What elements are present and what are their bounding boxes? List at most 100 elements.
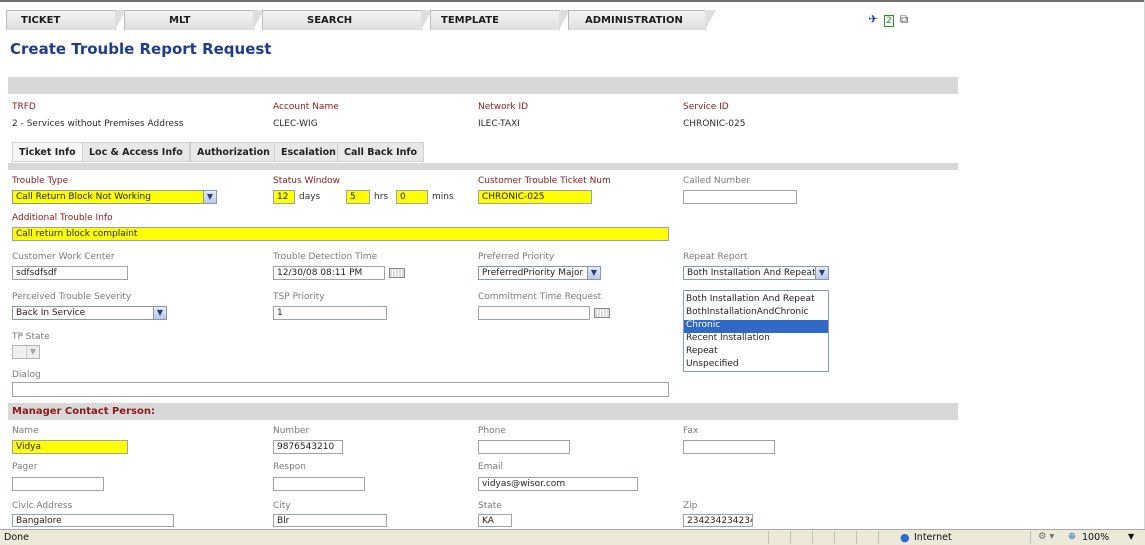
additional-info-input[interactable]: Call return block complaint xyxy=(12,227,669,241)
status-hrs-input[interactable]: 5 xyxy=(346,190,370,204)
name-input[interactable]: Vidya xyxy=(12,440,128,454)
status-divider xyxy=(856,531,857,544)
nav-tab-administration[interactable]: ADMINISTRATION xyxy=(568,10,716,30)
pager-input[interactable] xyxy=(12,477,104,491)
nav-icon-group: ✈ 2 ⧉ xyxy=(868,12,914,27)
tab-loc-access-info[interactable]: Loc & Access Info xyxy=(82,142,190,162)
civic-address-label: Civic Address xyxy=(12,501,73,511)
chevron-down-icon: ▼ xyxy=(815,267,828,279)
chevron-down-icon[interactable]: ▼ xyxy=(1128,532,1134,541)
chevron-down-icon: ▼ xyxy=(153,307,166,319)
browser-status-bar: Done ● Internet ⚙ ▾ ⊕ 100% ▼ xyxy=(0,529,1145,545)
customer-work-center-label: Customer Work Center xyxy=(12,252,115,262)
repeat-option[interactable]: Recent Installation xyxy=(684,333,828,346)
repeat-option[interactable]: BothInstallationAndChronic xyxy=(684,307,828,320)
calendar-icon[interactable] xyxy=(389,268,405,278)
tab-label: Loc & Access Info xyxy=(89,147,183,158)
phone-label: Phone xyxy=(478,426,506,436)
severity-label: Perceived Trouble Severity xyxy=(12,292,132,302)
nav-tab-label: SEARCH xyxy=(307,15,353,26)
tab-authorization[interactable]: Authorization xyxy=(190,142,277,162)
nav-tab-template[interactable]: TEMPLATE xyxy=(430,10,570,30)
repeat-report-label: Repeat Report xyxy=(683,252,748,262)
trfd-value: 2 - Services without Premises Address xyxy=(12,119,184,129)
protected-mode-icon[interactable]: ⚙ ▾ xyxy=(1038,531,1054,542)
account-name-label: Account Name xyxy=(273,102,339,112)
severity-value: Back In Service xyxy=(16,308,86,318)
zip-input[interactable]: 2342342342341 xyxy=(683,514,753,527)
repeat-report-value: Both Installation And Repeat xyxy=(687,268,816,278)
tab-label: Call Back Info xyxy=(344,147,418,158)
email-input[interactable]: vidyas@wisor.com xyxy=(478,477,638,491)
repeat-option-highlighted[interactable]: Chronic xyxy=(684,320,828,333)
number-label: Number xyxy=(273,426,310,436)
tp-state-select[interactable]: ▼ xyxy=(12,345,40,359)
preferred-priority-select[interactable]: PreferredPriority Major ▼ xyxy=(478,266,601,280)
nav-tab-ticket[interactable]: TICKET xyxy=(6,10,126,30)
nav-tab-label: MLT xyxy=(169,15,191,26)
state-input[interactable]: KA xyxy=(478,514,512,527)
repeat-option[interactable]: Unspecified xyxy=(684,359,828,372)
header-divider-bar xyxy=(8,77,958,94)
repeat-report-options-list: Both Installation And Repeat BothInstall… xyxy=(683,290,829,372)
tab-ticket-info[interactable]: Ticket Info xyxy=(12,142,83,162)
customer-ticket-input[interactable]: CHRONIC-025 xyxy=(478,190,592,204)
called-number-label: Called Number xyxy=(683,176,751,186)
browser-page: TICKET MLT SEARCH TEMPLATE ADMINISTRATIO… xyxy=(0,0,1145,545)
status-divider xyxy=(768,531,769,544)
refresh-icon[interactable]: 2 xyxy=(884,15,894,27)
status-divider xyxy=(790,531,791,544)
fax-label: Fax xyxy=(683,426,699,436)
status-divider xyxy=(1030,531,1031,544)
status-days-input[interactable]: 12 xyxy=(273,190,295,204)
page-title: Create Trouble Report Request xyxy=(10,40,272,58)
zoom-icon[interactable]: ⊕ xyxy=(1068,531,1076,542)
respon-input[interactable] xyxy=(273,477,365,491)
dialog-input[interactable] xyxy=(12,382,669,397)
service-id-value: CHRONIC-025 xyxy=(683,119,746,129)
fax-input[interactable] xyxy=(683,440,775,454)
trfd-label: TRFD xyxy=(12,102,36,112)
severity-select[interactable]: Back In Service ▼ xyxy=(12,306,167,320)
repeat-option[interactable]: Both Installation And Repeat xyxy=(684,294,828,307)
runner-icon[interactable]: ✈ xyxy=(868,12,878,26)
preferred-priority-label: Preferred Priority xyxy=(478,252,555,262)
tsp-priority-input[interactable]: 1 xyxy=(273,306,387,320)
calendar-icon[interactable] xyxy=(594,308,610,318)
customer-work-center-input[interactable]: sdfsdfsdf xyxy=(12,266,128,280)
tab-label: Escalation xyxy=(281,147,336,158)
chevron-down-icon: ▼ xyxy=(203,191,216,203)
tab-call-back-info[interactable]: Call Back Info xyxy=(337,142,425,162)
preferred-priority-value: PreferredPriority Major xyxy=(482,268,584,278)
nav-tab-mlt[interactable]: MLT xyxy=(124,10,264,30)
called-number-input[interactable] xyxy=(683,190,797,204)
repeat-report-select[interactable]: Both Installation And Repeat ▼ xyxy=(683,266,829,280)
tab-escalation[interactable]: Escalation xyxy=(274,142,343,162)
phone-input[interactable] xyxy=(478,440,570,454)
commitment-time-input[interactable] xyxy=(478,306,590,320)
trouble-type-select[interactable]: Call Return Block Not Working ▼ xyxy=(12,190,217,204)
chevron-down-icon: ▼ xyxy=(26,346,39,358)
number-input[interactable]: 9876543210 xyxy=(273,440,343,454)
detection-time-input[interactable]: 12/30/08 08:11 PM xyxy=(273,266,385,280)
city-input[interactable]: Blr xyxy=(273,514,387,527)
pager-label: Pager xyxy=(12,462,38,472)
city-label: City xyxy=(273,501,291,511)
tab-content-divider xyxy=(8,163,958,170)
status-window-label: Status Window xyxy=(273,176,341,186)
detection-time-label: Trouble Detection Time xyxy=(273,252,378,262)
zoom-level[interactable]: 100% xyxy=(1082,532,1109,543)
security-zone-text: Internet xyxy=(914,532,952,543)
state-label: State xyxy=(478,501,502,511)
hierarchy-icon[interactable]: ⧉ xyxy=(900,12,909,27)
name-label: Name xyxy=(12,426,39,436)
civic-address-input[interactable]: Bangalore xyxy=(12,514,174,527)
hrs-text: hrs xyxy=(374,192,389,202)
trouble-type-label: Trouble Type xyxy=(12,176,69,186)
nav-tab-search[interactable]: SEARCH xyxy=(262,10,432,30)
tp-state-label: TP State xyxy=(12,332,50,342)
repeat-option[interactable]: Repeat xyxy=(684,346,828,359)
status-mins-input[interactable]: 0 xyxy=(396,190,428,204)
service-id-label: Service ID xyxy=(683,102,729,112)
network-id-value: ILEC-TAXI xyxy=(478,119,520,129)
